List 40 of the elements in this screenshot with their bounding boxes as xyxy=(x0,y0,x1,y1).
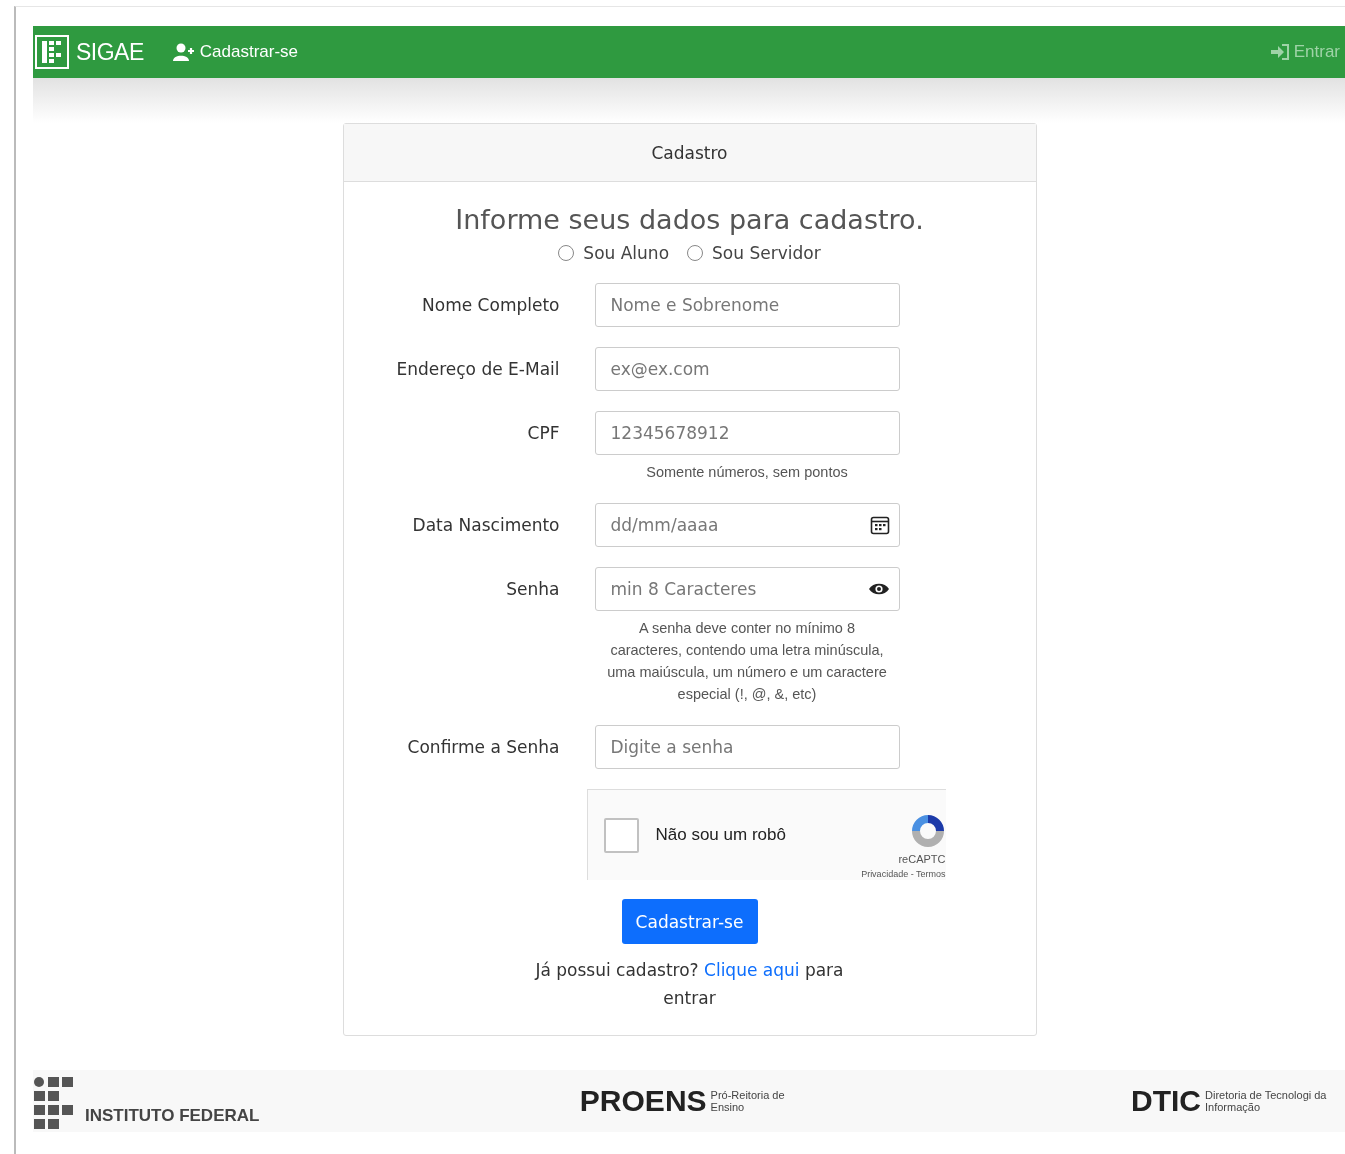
field-label: Nome Completo xyxy=(421,294,560,317)
eye-icon xyxy=(867,582,890,596)
logo-icon xyxy=(35,35,69,69)
radio-label[interactable]: Sou Servidor xyxy=(712,243,821,263)
help-text: Somente números, sem pontos xyxy=(645,463,849,482)
login-prompt: Já possui cadastro? Clique aqui para entrar xyxy=(534,959,845,1010)
captcha-label: Não sou um robô xyxy=(655,825,787,845)
sign-in-icon xyxy=(1269,44,1290,60)
field-label: Data Nascimento xyxy=(411,514,560,537)
logo-text: PROENS xyxy=(579,1084,707,1118)
calendar-icon xyxy=(869,515,890,535)
help-text: A senha deve conter no mínimo 8 caracteres, contendo uma letra minúscula, uma maiúscula, um número e um caractere especial (!, @, &, etc) xyxy=(607,619,887,704)
radio-button[interactable] xyxy=(558,245,575,261)
card-header: Cadastro xyxy=(343,124,1036,182)
submit-button[interactable]: Cadastrar-se xyxy=(621,899,758,944)
field-label: CPF xyxy=(526,422,560,445)
field-label: Senha xyxy=(505,578,560,601)
user-plus-icon xyxy=(171,43,196,61)
logo-text: DTIC xyxy=(1131,1084,1201,1118)
form-title: Informe seus dados para cadastro. xyxy=(455,204,924,235)
nav-link[interactable]: Cadastrar-se xyxy=(171,42,299,62)
login-link[interactable]: Clique aqui xyxy=(704,960,800,980)
input-field[interactable]: 12345678912 xyxy=(594,411,900,455)
checkbox[interactable] xyxy=(603,817,639,853)
logo-text: INSTITUTO FEDERAL xyxy=(85,1106,260,1126)
captcha-brand: reCAPTC xyxy=(898,853,946,865)
input-field[interactable]: ex@ex.com xyxy=(594,347,900,391)
captcha-links[interactable]: Privacidade - Termos xyxy=(861,869,946,879)
field-label: Endereço de E-Mail xyxy=(395,358,560,381)
date-field[interactable]: dd/mm/aaaa xyxy=(594,503,900,547)
recaptcha-icon xyxy=(909,813,946,849)
brand-name[interactable]: SIGAE xyxy=(76,38,144,66)
input-field[interactable]: Digite a senha xyxy=(594,725,900,769)
radio-button[interactable] xyxy=(687,245,704,261)
input-field[interactable]: Nome e Sobrenome xyxy=(594,283,900,327)
radio-label[interactable]: Sou Aluno xyxy=(583,243,670,263)
field-label: Confirme a Senha xyxy=(406,736,560,759)
logo-subtitle: Pró-Reitoria de Ensino xyxy=(710,1089,786,1113)
logo-subtitle: Diretoria de Tecnologi da Informação xyxy=(1205,1089,1328,1113)
password-field[interactable]: min 8 Caracteres xyxy=(594,567,900,611)
